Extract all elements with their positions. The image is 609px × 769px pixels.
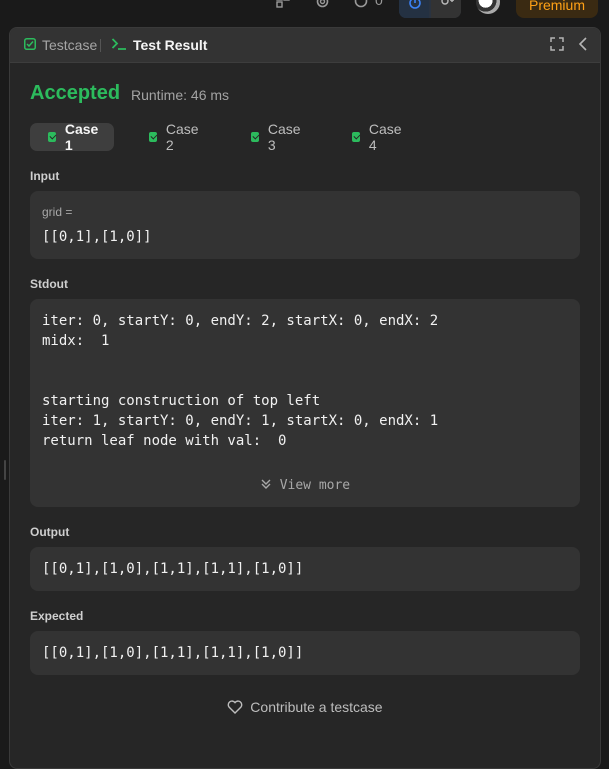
gear-icon[interactable]	[315, 0, 330, 12]
stdout-label: Stdout	[30, 277, 68, 291]
stdout-line: return leaf node with val: 0	[42, 433, 287, 449]
tab-test-result[interactable]: Test Result	[111, 28, 207, 62]
view-more-button[interactable]: View more	[30, 478, 580, 493]
test-result-panel: Testcase Test Result Accepted Runtime: 4…	[9, 27, 601, 769]
collapse-icon[interactable]	[578, 37, 588, 56]
avatar[interactable]	[476, 0, 500, 14]
stdout-line: iter: 0, startY: 0, endY: 2, startX: 0, …	[42, 313, 439, 329]
case-label: Case 1	[64, 121, 99, 153]
streak-count: 0	[375, 0, 383, 8]
top-bar: 0 Premium	[0, 0, 609, 28]
stdout-line: midx: 1	[42, 333, 110, 349]
resize-handle[interactable]	[4, 460, 6, 480]
case-label: Case 2	[165, 121, 199, 153]
clock-icon	[409, 0, 421, 9]
fullscreen-icon[interactable]	[550, 37, 564, 56]
stdout-line: starting construction of top left	[42, 393, 321, 409]
expected-value: [[0,1],[1,0],[1,1],[1,1],[1,0]]	[42, 645, 304, 661]
result-status: Accepted Runtime: 46 ms	[30, 82, 229, 105]
stdout-box: iter: 0, startY: 0, endY: 2, startX: 0, …	[30, 299, 580, 507]
check-square-icon	[24, 37, 36, 53]
output-box: [[0,1],[1,0],[1,1],[1,1],[1,0]]	[30, 547, 580, 591]
check-icon	[48, 132, 56, 142]
contribute-label: Contribute a testcase	[250, 699, 383, 715]
runtime-text: Runtime: 46 ms	[131, 87, 230, 103]
input-box[interactable]: grid = [[0,1],[1,0]]	[30, 191, 580, 259]
output-label: Output	[30, 525, 70, 539]
terminal-icon	[111, 37, 127, 54]
premium-button[interactable]: Premium	[516, 0, 598, 18]
expected-box: [[0,1],[1,0],[1,1],[1,1],[1,0]]	[30, 631, 580, 675]
status-accepted: Accepted	[30, 82, 121, 104]
case-tab-2[interactable]: Case 2	[131, 121, 215, 153]
contribute-testcase-link[interactable]: Contribute a testcase	[10, 699, 600, 715]
view-more-label: View more	[279, 478, 351, 493]
fire-icon[interactable]	[354, 0, 368, 11]
tab-test-result-label: Test Result	[133, 37, 208, 53]
case-tab-4[interactable]: Case 4	[334, 121, 418, 153]
input-label: Input	[30, 169, 60, 183]
heart-icon	[227, 699, 250, 715]
output-value: [[0,1],[1,0],[1,1],[1,1],[1,0]]	[42, 561, 304, 577]
case-label: Case 4	[368, 121, 402, 153]
check-icon	[352, 132, 360, 142]
stdout-line: iter: 1, startY: 0, endY: 1, startX: 0, …	[42, 413, 439, 429]
tab-testcase[interactable]: Testcase	[24, 28, 97, 62]
expected-label: Expected	[30, 609, 84, 623]
tab-testcase-label: Testcase	[42, 37, 98, 53]
case-tab-1[interactable]: Case 1	[30, 121, 115, 153]
input-var-name: grid =	[42, 205, 73, 219]
timer-button[interactable]	[399, 0, 461, 18]
panel-header: Testcase Test Result	[10, 28, 600, 63]
chevron-double-down-icon	[260, 478, 280, 493]
tab-divider	[100, 39, 101, 52]
case-label: Case 3	[267, 121, 301, 153]
check-icon	[149, 132, 157, 142]
input-value: [[0,1],[1,0]]	[42, 229, 152, 245]
case-tab-3[interactable]: Case 3	[233, 121, 317, 153]
layout-icon[interactable]	[276, 0, 290, 11]
add-user-icon	[441, 0, 454, 5]
check-icon	[251, 132, 259, 142]
